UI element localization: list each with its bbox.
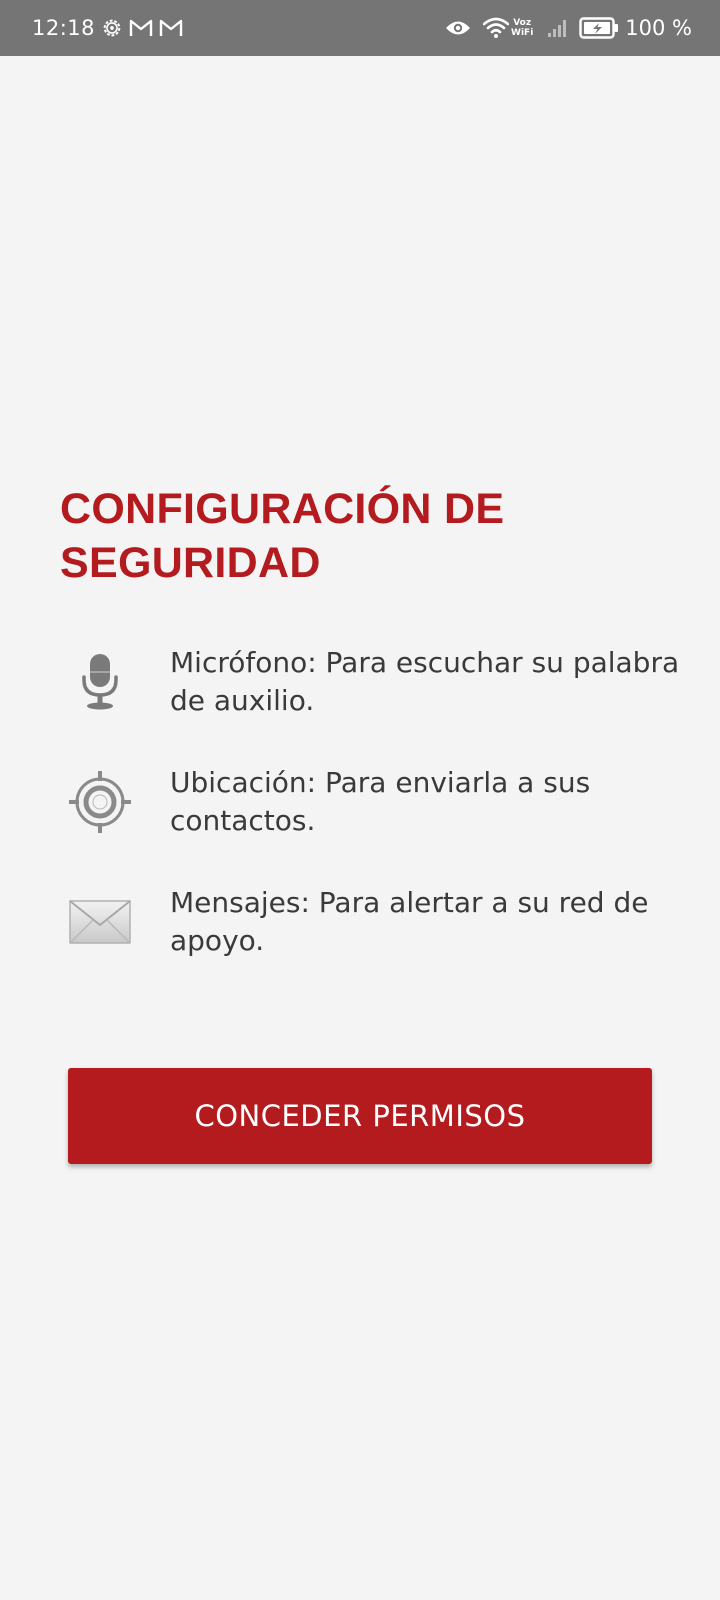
permission-text-messages: Mensajes: Para alertar a su red de apoyo… [170,886,649,957]
gmail-icon [129,18,153,38]
permission-item-location: Ubicación: Para enviarla a sus contactos… [60,762,680,842]
voz-wifi-label: Voz WiFi [511,18,533,38]
settings-gear-icon [101,17,123,39]
cell-signal-icon [547,18,569,38]
grant-permissions-button[interactable]: CONCEDER PERMISOS [68,1068,652,1164]
status-bar-right: Voz WiFi 100 % [445,16,692,40]
permission-item-microphone: Micrófono: Para escuchar su palabra de a… [60,642,680,722]
voz-label: Voz [513,18,532,28]
permission-text-location: Ubicación: Para enviarla a sus contactos… [170,766,591,837]
location-target-icon [60,762,140,842]
wifi-icon [483,17,510,39]
gmail-icon [159,18,183,38]
wifi-label: WiFi [511,28,534,38]
eye-icon [445,19,471,37]
battery-percentage: 100 % [625,16,692,40]
status-bar: 12:18 Voz WiFi 100 % [0,0,720,56]
microphone-icon [60,642,140,722]
battery-charging-icon [579,17,619,39]
page-title: CONFIGURACIÓN DE SEGURIDAD [60,485,505,587]
permission-text-microphone: Micrófono: Para escuchar su palabra de a… [170,646,680,717]
status-bar-left: 12:18 [32,16,189,40]
status-time: 12:18 [32,16,96,40]
envelope-icon [60,882,140,962]
main-content: CONFIGURACIÓN DE SEGURIDAD Micrófono: Pa… [0,56,720,1600]
permission-item-messages: Mensajes: Para alertar a su red de apoyo… [60,882,680,962]
